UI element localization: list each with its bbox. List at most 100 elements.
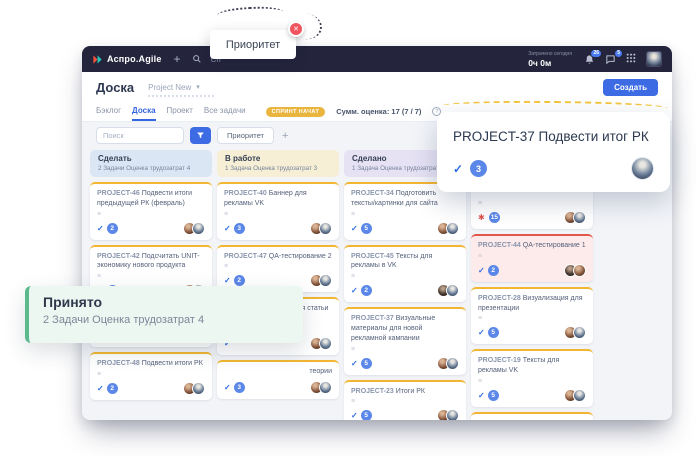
check-icon: ✓ [453,162,463,176]
decorative-scribble [217,5,284,21]
avatar [192,222,205,235]
filter-button[interactable] [190,127,211,144]
close-icon[interactable]: ✕ [288,21,304,37]
tab-project[interactable]: Проект [167,102,193,121]
task-title: PROJECT-28 Визуализация для презентации [478,294,586,314]
column-header[interactable]: Сделать 2 Задачи Оценка трудозатрат 4 [90,150,212,177]
assignee-avatars [437,222,459,235]
overdue-icon: ✱ [478,213,485,222]
assignee-avatar [631,157,654,180]
app-name: Аспро.Agile [107,54,162,64]
task-title: PROJECT-42 Подсчитать UNIT-экономику нов… [97,252,205,272]
assignee-avatars [437,284,459,297]
assignee-avatars [437,409,459,420]
logo-icon [92,54,103,65]
search-icon[interactable] [192,54,202,64]
task-card-occluded[interactable]: теории ✓3 [217,360,339,399]
task-title: PROJECT-23 Итоги РК [351,387,459,397]
task-title: PROJECT-34 Подготовить тексты/картинки д… [351,189,459,209]
task-card[interactable]: PROJECT-37 Визуальные материалы для ново… [344,307,466,374]
task-card[interactable]: PROJECT-19 Тексты для рекламы VK ≡ ✓5 [471,349,593,407]
messages-button[interactable]: 5 [605,54,616,65]
avatar [319,274,332,287]
add-icon[interactable]: + [174,53,181,65]
accepted-title: Принято [43,294,289,310]
notifications-button[interactable]: 26 [584,54,595,65]
assignee-avatars [183,382,205,395]
task-card[interactable]: PROJECT-16 Подвести итоги РК ≡ [471,412,593,420]
notifications-badge: 26 [590,49,602,58]
task-card[interactable]: PROJECT-40 Баннер для рекламы VK ≡ ✓3 [217,182,339,240]
check-icon: ✓ [97,384,104,393]
check-icon: ✓ [478,266,485,275]
assignee-avatars [564,264,586,277]
assignee-avatars [437,357,459,370]
check-icon: ✓ [478,391,485,400]
tab-backlog[interactable]: Бэклог [96,102,121,121]
avatar [319,337,332,350]
avatar [573,211,586,224]
assignee-avatars [310,337,332,350]
task-title: PROJECT-16 Подвести итоги РК [478,419,586,420]
user-avatar[interactable] [646,51,662,67]
app-logo[interactable]: Аспро.Agile [92,54,162,65]
description-icon: ≡ [224,263,332,270]
task-title: PROJECT-37 Визуальные материалы для ново… [351,314,459,343]
page-title: Доска [96,80,134,95]
description-icon: ≡ [351,398,459,405]
avatar [446,409,459,420]
task-card[interactable]: PROJECT-23 Итоги РК ≡ ✓5 [344,380,466,420]
time-tracker[interactable]: Затрачено сегодня 0ч 0м [528,51,572,68]
check-icon: ✓ [351,359,358,368]
popup-task-title: PROJECT-37 Подвести итог РК [453,129,654,144]
check-icon: ✓ [351,224,358,233]
grid-icon [626,53,636,63]
decorative-dotted-underline [148,95,214,97]
accepted-column-popup: Принято 2 Задачи Оценка трудозатрат 4 [25,286,303,343]
estimate-badge: 2 [361,285,372,296]
estimate-badge: 3 [234,382,245,393]
task-title: PROJECT-19 Тексты для рекламы VK [478,356,586,376]
topbar-right-group: Затрачено сегодня 0ч 0м 26 5 [528,50,662,68]
avatar [446,222,459,235]
column-header[interactable]: В работе 1 Задача Оценка трудозатрат 3 [217,150,339,177]
description-icon: ≡ [224,211,332,218]
description-icon: ≡ [351,211,459,218]
check-icon: ✓ [97,224,104,233]
description-icon: ≡ [478,378,586,385]
priority-filter-button[interactable]: Приоритет [217,127,274,144]
estimate-badge: 5 [488,390,499,401]
tab-board[interactable]: Доска [132,102,155,121]
project-selector[interactable]: Project New ▾ [148,83,200,92]
estimate-badge: 3 [470,160,487,177]
task-card[interactable]: PROJECT-45 Тексты для рекламы в VK ≡ ✓2 [344,245,466,303]
task-title: PROJECT-47 QA-тестирование 2 [224,252,332,262]
task-card[interactable]: PROJECT-44 QA-тестирование 1 ≡ ✓2 [471,234,593,282]
description-icon: ≡ [478,253,586,260]
task-detail-popup[interactable]: PROJECT-37 Подвести итог РК ✓ 3 [437,112,670,192]
task-card[interactable]: PROJECT-48 Подвести итоги РК ≡ ✓2 [90,352,212,400]
task-title: PROJECT-45 Тексты для рекламы в VK [351,252,459,272]
add-filter-button[interactable]: + [282,130,288,142]
messages-badge: 5 [614,49,623,58]
description-icon: ≡ [97,211,205,218]
priority-tooltip-label: Приоритет [226,39,280,51]
apps-grid-button[interactable] [626,50,636,68]
search-input[interactable] [96,127,184,144]
check-icon: ✓ [478,328,485,337]
assignee-avatars [310,274,332,287]
board-header: Доска Project New ▾ Создать [82,72,672,102]
estimate-badge: 3 [234,223,245,234]
avatar [573,389,586,402]
assignee-avatars [564,211,586,224]
tab-all-tasks[interactable]: Все задачи [204,102,246,121]
create-button[interactable]: Создать [603,79,658,96]
assignee-avatars [310,222,332,235]
column-in-progress: В работе 1 Задача Оценка трудозатрат 3 P… [217,150,339,420]
check-icon: ✓ [351,411,358,420]
description-icon: ≡ [97,371,205,378]
description-icon: ≡ [478,200,586,207]
task-card[interactable]: PROJECT-28 Визуализация для презентации … [471,287,593,345]
task-card[interactable]: PROJECT-46 Подвести итоги предыдущей РК … [90,182,212,240]
funnel-icon [196,131,205,140]
